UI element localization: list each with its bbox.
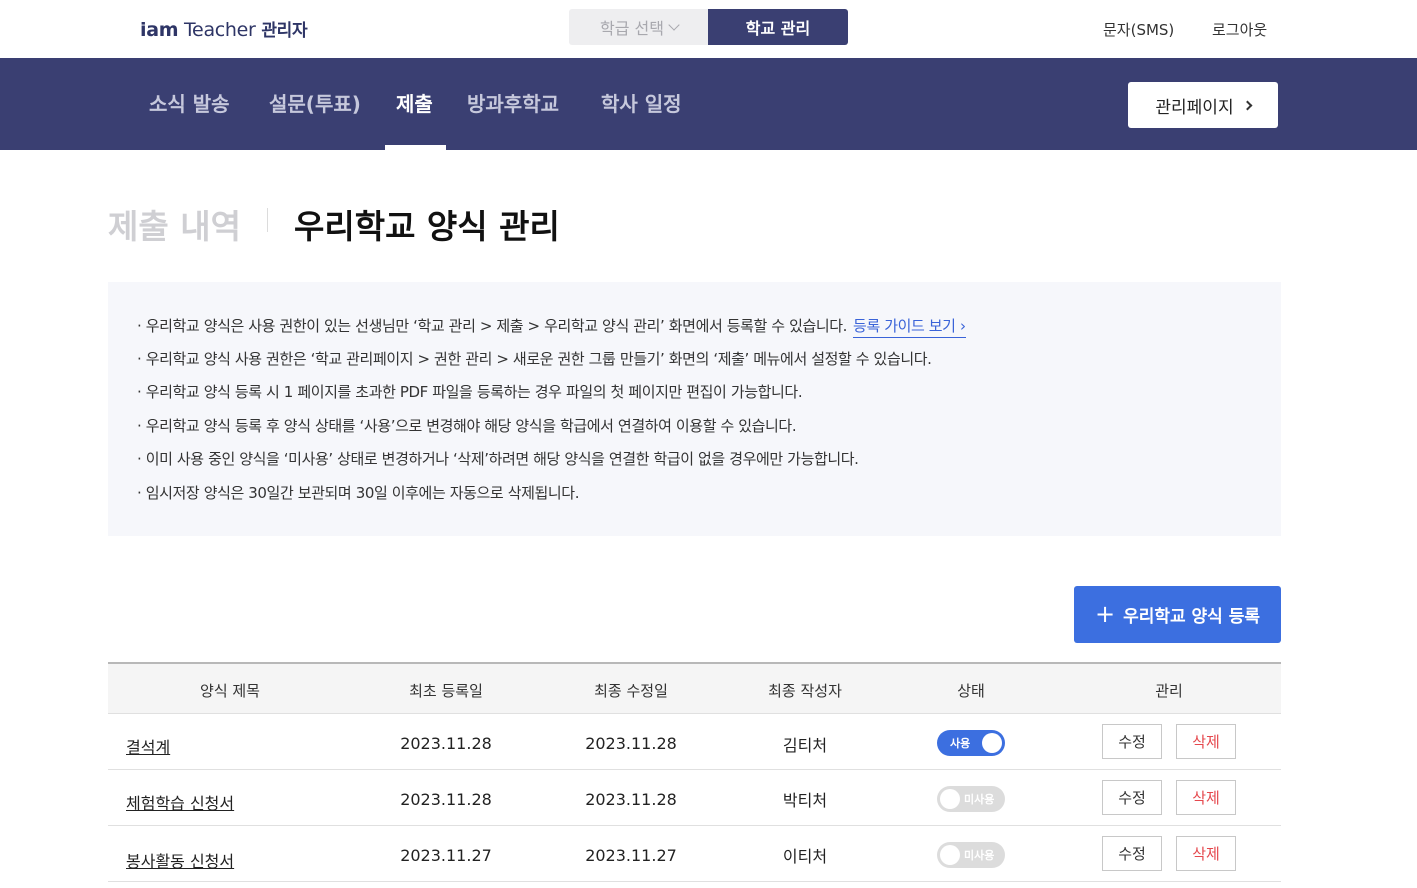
plus-icon: +	[1094, 599, 1116, 628]
form-title-link[interactable]: 봉사활동 신청서	[126, 848, 234, 872]
class-select-label: 학급 선택	[600, 19, 664, 38]
header-modified: 최종 수정일	[594, 682, 668, 700]
status-toggle[interactable]: 사용	[937, 730, 1005, 756]
toggle-knob	[940, 789, 960, 809]
header-title: 양식 제목	[200, 682, 260, 700]
status-toggle-label: 사용	[950, 737, 971, 750]
author-name: 이티처	[782, 847, 828, 866]
active-tab-indicator	[385, 145, 446, 150]
status-toggle[interactable]: 미사용	[937, 842, 1005, 868]
nav-tab-afterschool[interactable]: 방과후학교	[467, 88, 559, 117]
top-bar: iam Teacher 관리자 학급 선택 학교 관리 문자(SMS) 로그아웃	[0, 0, 1417, 58]
table-row: 결석계 2023.11.28 2023.11.28 김티처 사용 수정 삭제	[108, 714, 1281, 770]
notice-line-2: · 우리학교 양식 사용 권한은 ‘학교 관리페이지 > 권한 관리 > 새로운…	[137, 350, 932, 368]
nav-tab-survey[interactable]: 설문(투표)	[269, 88, 361, 117]
notice-line-5: · 이미 사용 중인 양식을 ‘미사용’ 상태로 변경하거나 ‘삭제’하려면 해…	[137, 450, 859, 468]
status-toggle-label: 미사용	[964, 849, 995, 862]
sms-link[interactable]: 문자(SMS)	[1103, 19, 1174, 40]
table-row: 체험학습 신청서 2023.11.28 2023.11.28 박티처 미사용 수…	[108, 770, 1281, 826]
edit-button[interactable]: 수정	[1102, 836, 1162, 871]
edit-button[interactable]: 수정	[1102, 724, 1162, 759]
delete-button[interactable]: 삭제	[1176, 724, 1236, 759]
class-select-dropdown[interactable]: 학급 선택	[569, 9, 709, 45]
nav-tab-news[interactable]: 소식 발송	[149, 88, 230, 117]
modified-date: 2023.11.28	[585, 734, 677, 753]
created-date: 2023.11.28	[400, 734, 492, 753]
brand-logo[interactable]: iam Teacher 관리자	[140, 16, 308, 41]
form-title-link[interactable]: 체험학습 신청서	[126, 790, 234, 814]
notice-line-6: · 임시저장 양식은 30일간 보관되며 30일 이후에는 자동으로 삭제됩니다…	[137, 484, 580, 502]
form-title-link[interactable]: 결석계	[126, 734, 170, 758]
chevron-right-icon	[1242, 100, 1253, 110]
registration-guide-link[interactable]: 등록 가이드 보기 ›	[853, 317, 966, 338]
table-header: 양식 제목 최초 등록일 최종 수정일 최종 작성자 상태 관리	[108, 662, 1281, 714]
toggle-knob	[940, 845, 960, 865]
header-created: 최초 등록일	[409, 682, 483, 700]
title-divider	[267, 208, 268, 232]
delete-button[interactable]: 삭제	[1176, 780, 1236, 815]
header-author: 최종 작성자	[768, 682, 842, 700]
created-date: 2023.11.27	[400, 846, 492, 865]
page-title: 우리학교 양식 관리	[294, 207, 560, 246]
notice-line-4: · 우리학교 양식 등록 후 양식 상태를 ‘사용’으로 변경해야 해당 양식을…	[137, 417, 797, 435]
nav-tab-schedule[interactable]: 학사 일정	[601, 88, 682, 117]
school-management-button[interactable]: 학교 관리	[708, 9, 848, 45]
register-form-label: 우리학교 양식 등록	[1123, 607, 1261, 627]
chevron-down-icon	[668, 18, 680, 31]
created-date: 2023.11.28	[400, 790, 492, 809]
brand-iam: iam	[140, 19, 179, 41]
header-status: 상태	[957, 682, 985, 700]
modified-date: 2023.11.27	[585, 846, 677, 865]
notice-line-1-text: · 우리학교 양식은 사용 권한이 있는 선생님만 ‘학교 관리 > 제출 > …	[137, 317, 848, 335]
edit-button[interactable]: 수정	[1102, 780, 1162, 815]
logout-link[interactable]: 로그아웃	[1212, 19, 1267, 40]
header-manage: 관리	[1155, 682, 1183, 700]
toggle-knob	[982, 733, 1002, 753]
delete-button[interactable]: 삭제	[1176, 836, 1236, 871]
nav-tab-submission[interactable]: 제출	[396, 88, 433, 117]
notice-line-3: · 우리학교 양식 등록 시 1 페이지를 초과한 PDF 파일을 등록하는 경…	[137, 383, 803, 401]
brand-teacher: Teacher	[178, 19, 262, 41]
author-name: 김티처	[782, 736, 828, 755]
notice-line-1: · 우리학교 양식은 사용 권한이 있는 선생님만 ‘학교 관리 > 제출 > …	[137, 315, 966, 338]
status-toggle[interactable]: 미사용	[937, 786, 1005, 812]
form-table: 양식 제목 최초 등록일 최종 수정일 최종 작성자 상태 관리 결석계 202…	[108, 662, 1281, 882]
tab-submission-history[interactable]: 제출 내역	[108, 200, 241, 248]
admin-page-label: 관리페이지	[1155, 97, 1234, 118]
main-nav: 소식 발송 설문(투표) 제출 방과후학교 학사 일정 관리페이지	[0, 58, 1417, 150]
author-name: 박티처	[782, 791, 828, 810]
notice-box: · 우리학교 양식은 사용 권한이 있는 선생님만 ‘학교 관리 > 제출 > …	[108, 282, 1281, 536]
table-row: 봉사활동 신청서 2023.11.27 2023.11.27 이티처 미사용 수…	[108, 826, 1281, 882]
status-toggle-label: 미사용	[964, 793, 995, 806]
admin-page-button[interactable]: 관리페이지	[1128, 82, 1278, 128]
brand-admin: 관리자	[261, 21, 308, 41]
register-form-button[interactable]: + 우리학교 양식 등록	[1074, 586, 1281, 643]
modified-date: 2023.11.28	[585, 790, 677, 809]
